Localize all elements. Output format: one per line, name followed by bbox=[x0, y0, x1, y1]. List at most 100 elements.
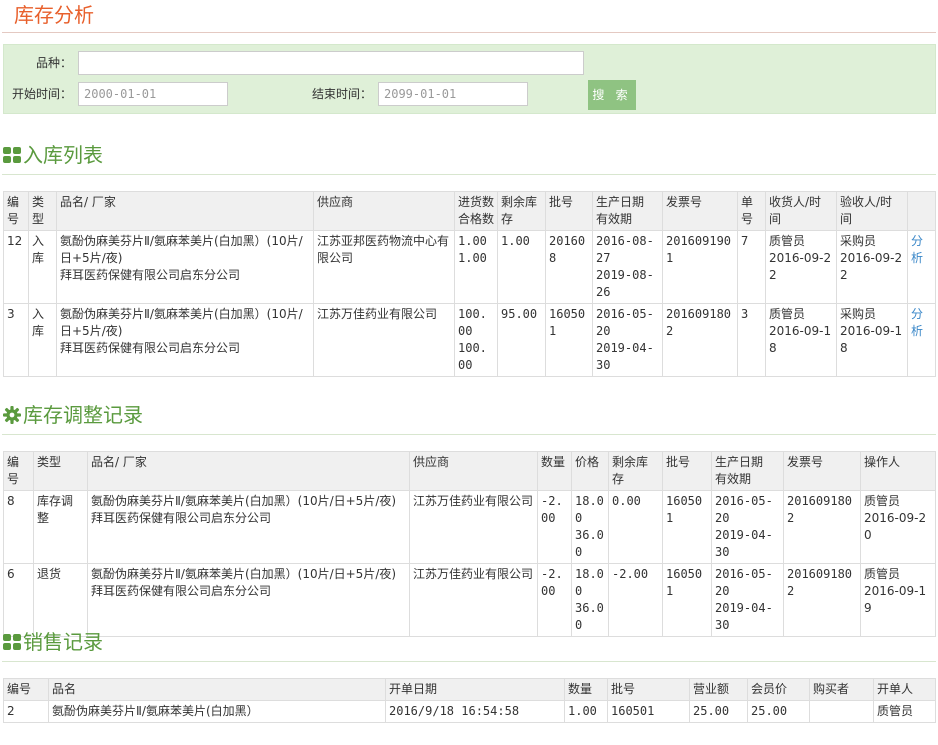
cell-qty: 1.00 1.00 bbox=[454, 230, 498, 304]
cell-name: 氨酚伪麻美芬片Ⅱ/氨麻苯美片(白加黑）(10片/日+5片/夜) 拜耳医药保健有限公… bbox=[87, 490, 410, 564]
cell-name: 氨酚伪麻美芬片Ⅱ/氨麻苯美片(白加黑）(10片/日+5片/夜) 拜耳医药保健有限公… bbox=[56, 303, 314, 377]
cell-qty: 100.00 100.00 bbox=[454, 303, 498, 377]
cell-member-price: 25.00 bbox=[747, 700, 810, 723]
cell-remain: 95.00 bbox=[497, 303, 546, 377]
column-header: 数量 bbox=[537, 451, 572, 491]
cell-checker: 采购员 2016-09-22 bbox=[836, 230, 908, 304]
cell-type: 入库 bbox=[28, 230, 57, 304]
cell-invoice: 2016091802 bbox=[783, 563, 861, 637]
cell-qty: 1.00 bbox=[564, 700, 608, 723]
cell-date: 2016/9/18 16:54:58 bbox=[385, 700, 565, 723]
cell-id: 3 bbox=[3, 303, 29, 377]
cell-qty: -2.00 bbox=[537, 563, 572, 637]
adjust-section-title: 库存调整记录 bbox=[3, 402, 143, 428]
column-header: 发票号 bbox=[662, 191, 738, 231]
cell-action[interactable]: 分析 bbox=[907, 230, 936, 304]
cell-price: 18.00 36.00 bbox=[571, 490, 609, 564]
end-time-input[interactable] bbox=[378, 82, 528, 106]
inbound-table: 编号 类型 品名/ 厂家 供应商 进货数 合格数 剩余库存 批号 生产日期 有效期 发票号 单号 收货人… bbox=[3, 191, 936, 377]
adjust-divider bbox=[2, 434, 936, 435]
cell-receiver: 质管员 2016-09-18 bbox=[765, 303, 837, 377]
sales-section-title: 销售记录 bbox=[3, 629, 103, 655]
grid-icon bbox=[3, 634, 21, 650]
column-header: 剩余库存 bbox=[608, 451, 663, 491]
cell-batch: 201608 bbox=[545, 230, 593, 304]
column-header: 批号 bbox=[607, 678, 690, 701]
table-row: 6 退货 氨酚伪麻美芬片Ⅱ/氨麻苯美片(白加黑）(10片/日+5片/夜) 拜耳医药保健… bbox=[3, 563, 936, 637]
column-header: 编号 bbox=[3, 191, 29, 231]
table-row: 2 氨酚伪麻美芬片Ⅱ/氨麻苯美片(白加黑） 2016/9/18 16:54:58 1.… bbox=[3, 700, 936, 723]
variety-input[interactable] bbox=[78, 51, 584, 75]
cell-invoice: 2016091802 bbox=[662, 303, 738, 377]
cell-action[interactable]: 分析 bbox=[907, 303, 936, 377]
analyze-link[interactable]: 分析 bbox=[911, 234, 923, 265]
column-header: 编号 bbox=[3, 451, 34, 491]
cell-name: 氨酚伪麻美芬片Ⅱ/氨麻苯美片(白加黑）(10片/日+5片/夜) 拜耳医药保健有限公… bbox=[56, 230, 314, 304]
sales-header-row: 编号 品名 开单日期 数量 批号 营业额 会员价 购买者 开单人 bbox=[3, 678, 936, 701]
column-header: 批号 bbox=[662, 451, 712, 491]
column-header: 操作人 bbox=[860, 451, 936, 491]
inbound-title-text: 入库列表 bbox=[23, 143, 103, 167]
cell-batch: 160501 bbox=[662, 490, 712, 564]
analyze-link[interactable]: 分析 bbox=[911, 307, 923, 338]
cell-order: 7 bbox=[737, 230, 766, 304]
cell-dates: 2016-05-20 2019-04-30 bbox=[592, 303, 663, 377]
cell-dates: 2016-05-20 2019-04-30 bbox=[711, 563, 784, 637]
inbound-section-title: 入库列表 bbox=[3, 142, 103, 168]
cell-dates: 2016-05-20 2019-04-30 bbox=[711, 490, 784, 564]
column-header: 单号 bbox=[737, 191, 766, 231]
cell-name: 氨酚伪麻美芬片Ⅱ/氨麻苯美片(白加黑）(10片/日+5片/夜) 拜耳医药保健有限公… bbox=[87, 563, 410, 637]
column-header: 供应商 bbox=[409, 451, 538, 491]
page-title: 库存分析 bbox=[14, 3, 94, 27]
cell-seller: 质管员 bbox=[873, 700, 936, 723]
cell-invoice: 2016091802 bbox=[783, 490, 861, 564]
table-row: 3 入库 氨酚伪麻美芬片Ⅱ/氨麻苯美片(白加黑）(10片/日+5片/夜) 拜耳医药保健… bbox=[3, 303, 936, 377]
column-header: 供应商 bbox=[313, 191, 455, 231]
cell-operator: 质管员 2016-09-19 bbox=[860, 563, 936, 637]
cell-supplier: 江苏万佳药业有限公司 bbox=[313, 303, 455, 377]
cell-type: 入库 bbox=[28, 303, 57, 377]
column-header: 发票号 bbox=[783, 451, 861, 491]
sales-title-text: 销售记录 bbox=[23, 630, 103, 654]
column-header: 进货数 合格数 bbox=[454, 191, 498, 231]
cell-buyer bbox=[809, 700, 874, 723]
sales-table: 编号 品名 开单日期 数量 批号 营业额 会员价 购买者 开单人 2 氨酚伪麻美芬片Ⅱ/氨麻苯美片… bbox=[3, 678, 936, 723]
column-header: 类型 bbox=[33, 451, 88, 491]
gear-icon bbox=[3, 406, 21, 424]
column-header: 验收人/时间 bbox=[836, 191, 908, 231]
column-header: 开单日期 bbox=[385, 678, 565, 701]
inbound-divider bbox=[2, 174, 936, 175]
column-header: 品名 bbox=[48, 678, 386, 701]
column-header: 数量 bbox=[564, 678, 608, 701]
cell-remain: 0.00 bbox=[608, 490, 663, 564]
search-button[interactable]: 搜 索 bbox=[588, 80, 636, 110]
column-header: 剩余库存 bbox=[497, 191, 546, 231]
cell-batch: 160501 bbox=[662, 563, 712, 637]
cell-revenue: 25.00 bbox=[689, 700, 748, 723]
cell-type: 库存调整 bbox=[33, 490, 88, 564]
cell-dates: 2016-08-27 2019-08-26 bbox=[592, 230, 663, 304]
cell-checker: 采购员 2016-09-18 bbox=[836, 303, 908, 377]
start-time-input[interactable] bbox=[78, 82, 228, 106]
inbound-header-row: 编号 类型 品名/ 厂家 供应商 进货数 合格数 剩余库存 批号 生产日期 有效期 发票号 单号 收货人… bbox=[3, 191, 936, 231]
cell-name: 氨酚伪麻美芬片Ⅱ/氨麻苯美片(白加黑） bbox=[48, 700, 386, 723]
start-time-label: 开始时间： bbox=[12, 87, 73, 101]
search-panel: 品种： 开始时间： 结束时间： 搜 索 bbox=[3, 44, 936, 114]
title-divider bbox=[2, 32, 936, 33]
cell-receiver: 质管员 2016-09-22 bbox=[765, 230, 837, 304]
cell-id: 12 bbox=[3, 230, 29, 304]
table-row: 8 库存调整 氨酚伪麻美芬片Ⅱ/氨麻苯美片(白加黑）(10片/日+5片/夜) 拜耳医药… bbox=[3, 490, 936, 564]
column-header: 编号 bbox=[3, 678, 49, 701]
column-header: 会员价 bbox=[747, 678, 810, 701]
column-header: 购买者 bbox=[809, 678, 874, 701]
cell-invoice: 2016091901 bbox=[662, 230, 738, 304]
cell-id: 6 bbox=[3, 563, 34, 637]
column-header: 开单人 bbox=[873, 678, 936, 701]
column-header: 批号 bbox=[545, 191, 593, 231]
cell-remain: -2.00 bbox=[608, 563, 663, 637]
cell-type: 退货 bbox=[33, 563, 88, 637]
cell-order: 3 bbox=[737, 303, 766, 377]
cell-supplier: 江苏万佳药业有限公司 bbox=[409, 563, 538, 637]
end-time-label: 结束时间： bbox=[312, 87, 373, 101]
cell-supplier: 江苏亚邦医药物流中心有限公司 bbox=[313, 230, 455, 304]
